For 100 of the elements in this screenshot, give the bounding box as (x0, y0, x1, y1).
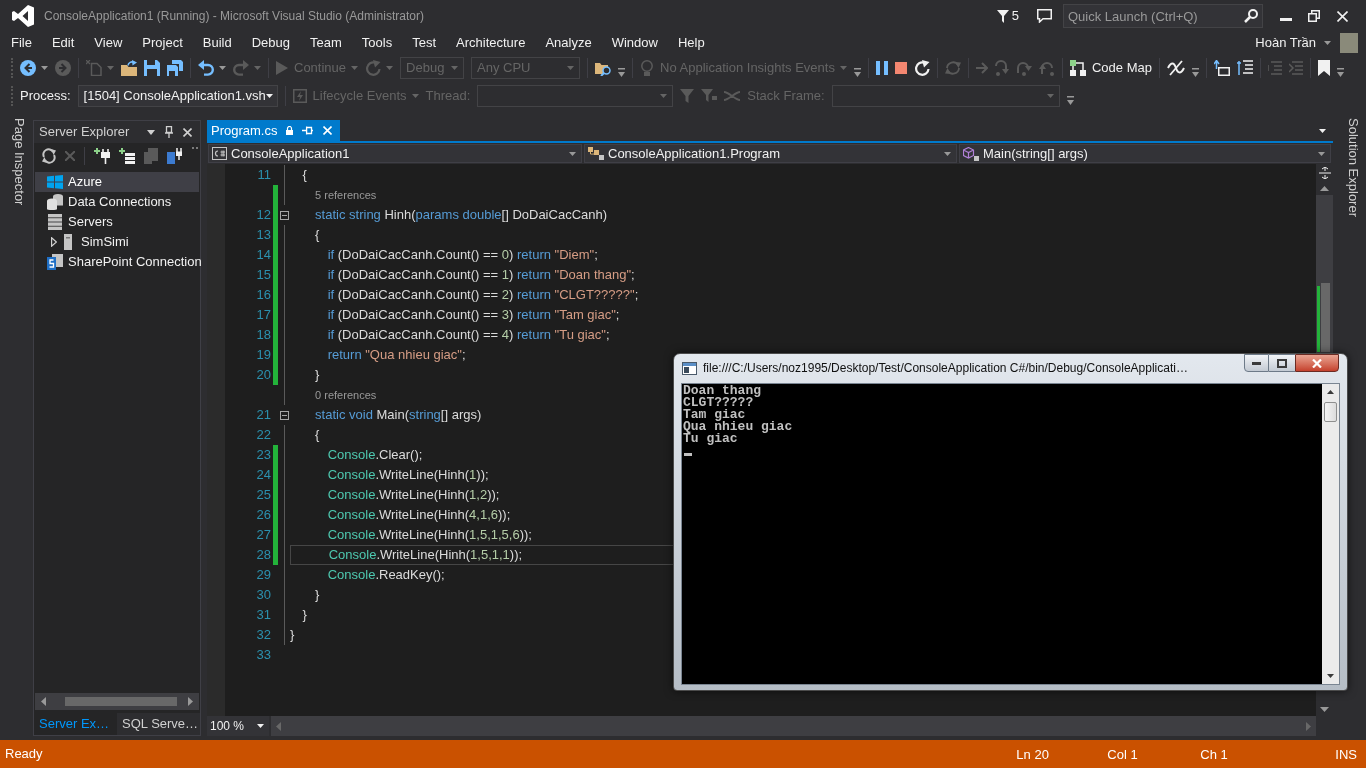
caret-icon[interactable] (219, 66, 226, 70)
menu-item[interactable]: Window (611, 33, 658, 53)
account-name[interactable]: Hoàn Trần (1255, 33, 1316, 53)
toolbar-options-icon[interactable] (853, 67, 861, 77)
close-button[interactable] (1295, 354, 1339, 372)
tile-plug-icon[interactable] (167, 147, 183, 164)
plug-plus-icon[interactable] (94, 147, 110, 164)
collapse-icon[interactable] (279, 410, 289, 420)
side-tab[interactable]: Solution Explorer (1340, 118, 1366, 217)
line-number: 30 (256, 586, 271, 605)
scroll-down-icon[interactable] (1327, 674, 1334, 678)
line-number: 13 (256, 226, 271, 245)
scrollbar-thumb[interactable] (1324, 402, 1337, 422)
line-number: 23 (256, 446, 271, 465)
menu-item[interactable]: Architecture (456, 33, 526, 53)
references-link[interactable]: 5 references (315, 186, 377, 204)
cursor-icon (684, 453, 692, 456)
circular-arrow-icon[interactable] (913, 60, 930, 76)
toolbar-options-icon[interactable] (1191, 67, 1199, 77)
floppy-disks-icon[interactable] (167, 60, 183, 76)
minimize-button[interactable] (1244, 354, 1269, 372)
code-line: if (DoDaiCacCanh.Count() == 3) return "Tam giac"; (327, 306, 620, 325)
menu-item[interactable]: Project (142, 33, 183, 53)
pin-icon[interactable] (165, 126, 173, 138)
menu-item[interactable]: View (94, 33, 123, 53)
code-line: if (DoDaiCacCanh.Count() == 0) return "Diem"; (327, 246, 598, 265)
pause-icon[interactable] (875, 61, 888, 75)
dropdown[interactable]: Main(string[] args) (959, 144, 1331, 163)
dropdown[interactable]: ConsoleApplication1 (208, 144, 582, 163)
caret-icon[interactable] (1324, 41, 1331, 45)
menu-item[interactable]: Build (202, 33, 232, 53)
horizontal-scrollbar[interactable] (35, 693, 199, 710)
toolbar-options-icon[interactable] (618, 67, 626, 77)
dropdown[interactable]: ConsoleApplication1.Program (584, 144, 957, 163)
dropdown[interactable]: [1504] ConsoleApplication1.vsh (77, 85, 278, 107)
tree-item[interactable]: Servers (35, 212, 199, 232)
undo-arrow-icon[interactable] (198, 60, 214, 76)
folder-search-icon[interactable] (595, 60, 612, 76)
close-icon[interactable] (183, 127, 192, 137)
caret-icon[interactable] (1319, 128, 1326, 133)
quick-launch-field[interactable]: Quick Launch (Ctrl+Q) (1063, 4, 1263, 28)
side-tab[interactable]: Page Inspector (7, 118, 30, 206)
console-title: file:///C:/Users/noz1995/Desktop/Test/ConsoleApplication C#/bin/Debug/ConsoleApplicati… (703, 361, 1188, 375)
code-line: Console.WriteLine(Hinh(1,5,1,1)); (328, 546, 523, 565)
menu-item[interactable]: File (11, 33, 32, 53)
bookmark-icon[interactable] (1317, 60, 1330, 76)
toolbar-options-icon[interactable] (1336, 67, 1344, 77)
code-line: } (315, 586, 320, 605)
menu-item[interactable]: Team (310, 33, 342, 53)
menu-item[interactable]: Help (677, 33, 705, 53)
caret-icon[interactable] (41, 66, 48, 70)
left-arrow-circle-icon[interactable] (20, 60, 36, 76)
zoom-dropdown[interactable]: 100 % (207, 716, 269, 736)
console-line: Tam giac (683, 409, 746, 421)
speech-bubble-icon[interactable] (1037, 9, 1052, 23)
vertical-scrollbar[interactable] (1322, 384, 1339, 684)
menu-item[interactable]: Debug (251, 33, 290, 53)
menu-item[interactable]: Tools (361, 33, 393, 53)
line-number: 26 (256, 506, 271, 525)
tree-item[interactable]: Azure (35, 172, 199, 192)
server-plus-icon[interactable] (119, 147, 135, 164)
stop-square-icon[interactable] (894, 62, 907, 74)
panel-title: Server Explorer (39, 123, 130, 142)
tree-item[interactable]: SimSimi (35, 232, 199, 252)
panel-tab[interactable]: SQL Serve… (117, 713, 200, 735)
expand-arrow-icon[interactable] (51, 237, 57, 247)
cube-icon (963, 146, 979, 161)
minimize-icon[interactable] (1280, 17, 1292, 21)
tree-item[interactable]: Data Connections (35, 192, 199, 212)
scrollbar-thumb[interactable] (1321, 283, 1330, 352)
menu-item[interactable]: Edit (51, 33, 75, 53)
scroll-left-icon[interactable] (41, 697, 46, 706)
tree-item[interactable]: SharePoint Connection (35, 252, 199, 272)
split-icon[interactable] (1318, 167, 1331, 179)
references-link[interactable]: 0 references (315, 386, 377, 404)
box-arrow-icon[interactable] (1213, 60, 1230, 76)
notifications-button[interactable]: 5 (996, 6, 1019, 26)
menu-item[interactable]: Test (412, 33, 436, 53)
maximize-button[interactable] (1269, 354, 1295, 372)
scroll-right-icon[interactable] (188, 697, 193, 706)
photo-placeholder (1340, 33, 1358, 53)
caret-icon[interactable] (147, 129, 155, 135)
vertical-scrollbar[interactable] (1316, 195, 1333, 353)
box-bolt-icon (292, 89, 307, 103)
restore-icon[interactable] (1308, 10, 1320, 22)
line-number: 18 (256, 326, 271, 345)
scroll-down-icon[interactable] (1320, 706, 1329, 712)
collapse-icon[interactable] (279, 210, 289, 220)
code-line: } (315, 366, 320, 385)
refresh-icon[interactable] (42, 147, 56, 164)
code-map-button[interactable]: Code Map (1069, 58, 1152, 78)
scrollbar-thumb[interactable] (65, 697, 177, 706)
scroll-up-icon[interactable] (1320, 186, 1329, 191)
folder-icon[interactable] (121, 60, 137, 76)
list-arrow-icon[interactable] (1236, 60, 1253, 76)
search-icon[interactable] (1244, 9, 1258, 23)
scroll-up-icon[interactable] (1327, 390, 1334, 394)
menu-item[interactable]: Analyze (545, 33, 592, 53)
toolbar-options-icon[interactable] (1066, 95, 1074, 105)
crossed-link-icon[interactable] (1166, 60, 1185, 76)
